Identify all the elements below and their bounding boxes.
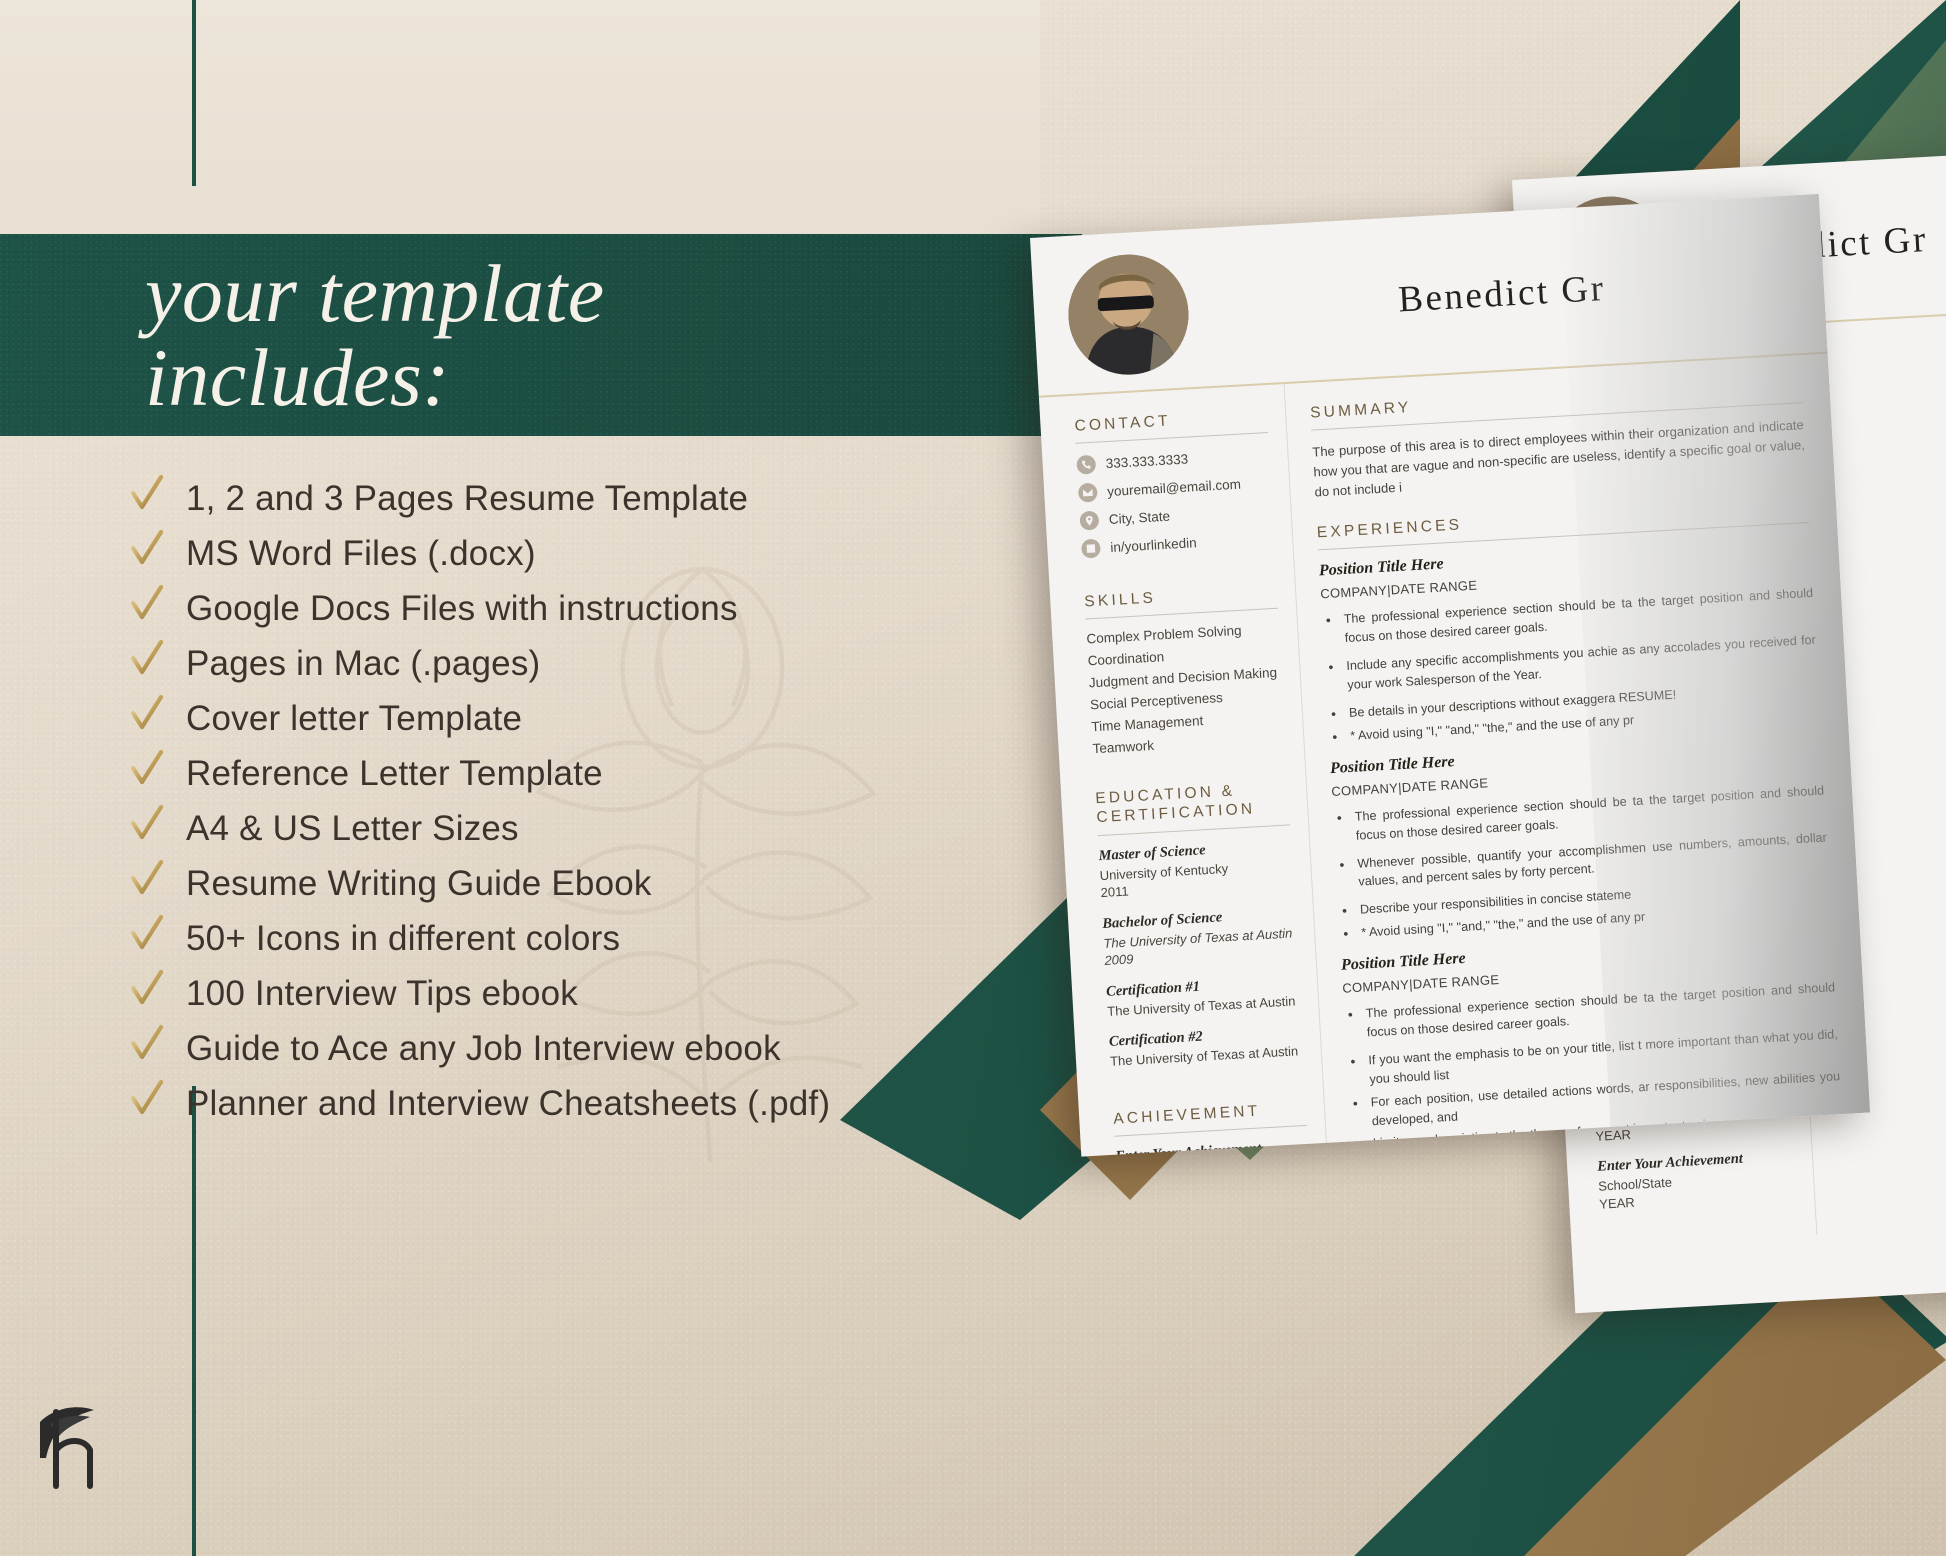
skill-item: Teamwork (1092, 737, 1155, 757)
skills-list: Complex Problem SolvingCoordinationJudgm… (1086, 621, 1286, 757)
education-item: Bachelor of ScienceThe University of Tex… (1102, 905, 1298, 970)
headline-line-2: includes: (145, 331, 451, 423)
education-item: Certification #1The University of Texas … (1106, 973, 1301, 1020)
achievement-item: Enter Your AchievementSchool/StateYEAR (1597, 1148, 1797, 1213)
checklist-item: Google Docs Files with instructions (130, 580, 1090, 629)
brand-logo (32, 1388, 152, 1498)
check-icon (130, 584, 164, 624)
check-icon (130, 749, 164, 789)
phone-icon (1076, 454, 1097, 475)
checklist-item-label: Pages in Mac (.pages) (186, 644, 541, 683)
resume1-main: SUMMARY The purpose of this area is to d… (1283, 353, 1871, 1157)
checklist-item: Resume Writing Guide Ebook (130, 855, 1090, 904)
skill-item: Time Management (1090, 713, 1204, 735)
contact-value: 333.333.3333 (1105, 451, 1189, 472)
check-icon (130, 969, 164, 1009)
check-icon (130, 804, 164, 844)
job-bullet-list: The professional experience section shou… (1332, 781, 1831, 944)
check-icon (130, 694, 164, 734)
resume1-body: CONTACT 333.333.3333 youremail@email.com C… (1039, 353, 1871, 1157)
checklist-item-label: Planner and Interview Cheatsheets (.pdf) (186, 1084, 831, 1123)
avatar (1065, 251, 1192, 378)
experience-list: Position Title HereCOMPANY|DATE RANGEThe… (1319, 535, 1845, 1157)
check-icon (130, 529, 164, 569)
checklist-item-label: Reference Letter Template (186, 754, 603, 793)
linkedin-icon (1080, 538, 1101, 559)
contact-list: 333.333.3333 youremail@email.com City, Sta… (1076, 445, 1274, 559)
check-icon (130, 1024, 164, 1064)
checklist-item: Planner and Interview Cheatsheets (.pdf) (130, 1075, 1090, 1124)
checklist-item-label: MS Word Files (.docx) (186, 534, 536, 573)
checklist-item: Pages in Mac (.pages) (130, 635, 1090, 684)
location-icon (1079, 510, 1100, 531)
checklist-item: 50+ Icons in different colors (130, 910, 1090, 959)
checklist-item-label: Resume Writing Guide Ebook (186, 864, 652, 903)
experience-item: Position Title HereCOMPANY|DATE RANGEThe… (1319, 535, 1821, 747)
education-list: Master of ScienceUniversity of Kentucky2… (1098, 837, 1303, 1071)
top-left-panel (0, 0, 1040, 234)
resume1-name: Benedict Gr (1397, 267, 1607, 321)
check-icon (130, 474, 164, 514)
skill-item: Coordination (1087, 649, 1165, 669)
job-bullet-list: The professional experience section shou… (1321, 584, 1820, 747)
checklist-item-label: Guide to Ace any Job Interview ebook (186, 1029, 781, 1068)
summary-text: The purpose of this area is to direct em… (1311, 417, 1806, 500)
education-item: Certification #2The University of Texas … (1109, 1024, 1304, 1071)
skill-item: Social Perceptiveness (1089, 689, 1224, 713)
experience-item: Position Title HereCOMPANY|DATE RANGEThe… (1330, 732, 1832, 944)
checklist-item: 100 Interview Tips ebook (130, 965, 1090, 1014)
checklist-item: MS Word Files (.docx) (130, 525, 1090, 574)
skill-item: Complex Problem Solving (1086, 622, 1242, 647)
headline-line-1: your template (145, 248, 605, 339)
checklist-item: A4 & US Letter Sizes (130, 800, 1090, 849)
email-icon (1077, 482, 1098, 503)
checklist-item-label: Google Docs Files with instructions (186, 589, 738, 628)
checklist-item: Cover letter Template (130, 690, 1090, 739)
contact-section-title: CONTACT (1074, 412, 1172, 435)
checklist-item-label: 50+ Icons in different colors (186, 919, 621, 958)
checklist-item: Guide to Ace any Job Interview ebook (130, 1020, 1090, 1069)
promo-canvas: your template includes: 1, 2 and 3 Pages… (0, 0, 1946, 1556)
checklist-item-label: 1, 2 and 3 Pages Resume Template (186, 479, 749, 518)
contact-row: youremail@email.com (1077, 473, 1272, 503)
vertical-rule-top (192, 0, 196, 186)
contact-row: 333.333.3333 (1076, 445, 1270, 475)
education-item: Master of ScienceUniversity of Kentucky2… (1098, 837, 1294, 902)
feature-checklist: 1, 2 and 3 Pages Resume Template MS Word… (130, 470, 1090, 1130)
checklist-item-label: 100 Interview Tips ebook (186, 974, 578, 1013)
contact-value: youremail@email.com (1106, 476, 1242, 500)
resume-page-1[interactable]: Benedict Gr CONTACT 333.333.3333 youremai… (1030, 193, 1871, 1157)
vertical-rule-bottom (192, 1086, 196, 1556)
check-icon (130, 914, 164, 954)
checklist-item: 1, 2 and 3 Pages Resume Template (130, 470, 1090, 519)
check-icon (130, 1079, 164, 1119)
checklist-item-label: Cover letter Template (186, 699, 523, 738)
checklist-item: Reference Letter Template (130, 745, 1090, 794)
contact-value: in/yourlinkedin (1109, 535, 1197, 555)
skill-item: Judgment and Decision Making (1088, 664, 1278, 691)
page-title: your template includes: (145, 252, 1045, 419)
checklist-item-label: A4 & US Letter Sizes (186, 809, 519, 848)
check-icon (130, 859, 164, 899)
check-icon (130, 639, 164, 679)
contact-value: City, State (1108, 508, 1171, 528)
contact-row: in/yourlinkedin (1080, 529, 1275, 559)
contact-row: City, State (1079, 501, 1273, 531)
